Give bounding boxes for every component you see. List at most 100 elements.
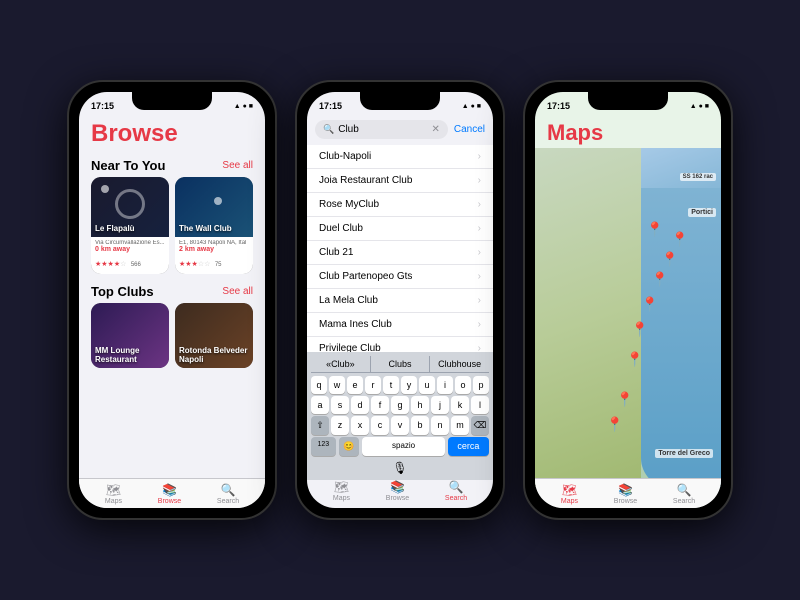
key-backspace[interactable]: ⌫ [471,416,489,435]
map-area[interactable]: 📍 📍 📍 📍 📍 📍 📍 📍 📍 Portici SS 162 rac Tor… [535,148,721,488]
tab-maps-2[interactable]: 🗺 Maps [333,480,350,502]
key-123[interactable]: 123 [311,437,336,456]
key-e[interactable]: e [347,376,363,394]
time-3: 17:15 [547,101,570,111]
key-q[interactable]: q [311,376,327,394]
chevron-2: › [478,199,481,210]
key-r[interactable]: r [365,376,381,394]
suggestion-2[interactable]: Clubhouse [430,356,489,372]
pin-2: 📍 [671,231,688,248]
key-w[interactable]: w [329,376,345,394]
result-text-2: Rose MyClub [319,199,379,210]
result-7[interactable]: Mama Ines Club › [307,313,493,337]
key-d[interactable]: d [351,396,369,414]
keyboard: «Club» Clubs Clubhouse q w e r t y u i o… [307,352,493,480]
chevron-4: › [478,247,481,258]
suggestion-0[interactable]: «Club» [311,356,371,372]
key-row-1: a s d f g h j k l [311,396,489,414]
phone-maps: 17:15 ▲ ● ■ Maps 📍 📍 📍 📍 📍 [523,80,733,520]
notch-2 [360,92,440,110]
card-rotonda[interactable]: Rotonda Belveder Napoli [175,303,253,368]
result-5[interactable]: Club Partenopeo Gts › [307,265,493,289]
tab-search-2[interactable]: 🔍 Search [445,480,467,502]
phone-browse: 17:15 ▲ ● ■ Browse Near To You See all L… [67,80,277,520]
browse-title: Browse [91,120,253,148]
card-mm[interactable]: MM Lounge Restaurant [91,303,169,368]
tab-browse-label-1: Browse [158,498,181,505]
key-b[interactable]: b [411,416,429,435]
key-h[interactable]: h [411,396,429,414]
card-detail-wallclub: E1, 80143 Napoli NA, Ital 2 km away ★★★☆… [175,237,253,274]
tab-browse-1[interactable]: 📚 Browse [158,483,181,505]
key-y[interactable]: y [401,376,417,394]
key-s[interactable]: s [331,396,349,414]
maps-title: Maps [535,116,721,148]
key-t[interactable]: t [383,376,399,394]
pin-9: 📍 [606,416,623,433]
label-torre: Torre del Greco [655,449,713,458]
result-text-7: Mama Ines Club [319,319,392,330]
tab-browse-2[interactable]: 📚 Browse [386,480,409,502]
cancel-btn[interactable]: Cancel [454,124,485,135]
mic-icon[interactable]: 🎙 [392,461,407,475]
key-n[interactable]: n [431,416,449,435]
key-a[interactable]: a [311,396,329,414]
key-k[interactable]: k [451,396,469,414]
clear-btn[interactable]: ✕ [431,124,439,135]
key-emoji[interactable]: 😊 [339,437,360,456]
key-o[interactable]: o [455,376,471,394]
result-0[interactable]: Club-Napoli › [307,145,493,169]
key-v[interactable]: v [391,416,409,435]
key-f[interactable]: f [371,396,389,414]
card-wallclub[interactable]: The Wall Club E1, 80143 Napoli NA, Ital … [175,177,253,274]
tab-maps-label-3: Maps [561,498,578,505]
label-ss162: SS 162 rac [680,173,716,181]
card-dist-0: 0 km away [95,246,165,253]
key-i[interactable]: i [437,376,453,394]
see-all-2[interactable]: See all [222,286,253,297]
tab-maps-3[interactable]: 🗺 Maps [561,483,578,505]
pin-3: 📍 [661,251,678,268]
key-z[interactable]: z [331,416,349,435]
see-all-1[interactable]: See all [222,160,253,171]
search-icon-3: 🔍 [677,483,692,497]
pin-7: 📍 [626,351,643,368]
bottom-bar-3: 🗺 Maps 📚 Browse 🔍 Search [535,478,721,508]
key-j[interactable]: j [431,396,449,414]
key-l[interactable]: l [471,396,489,414]
result-2[interactable]: Rose MyClub › [307,193,493,217]
tab-search-label-1: Search [217,498,239,505]
result-1[interactable]: Joia Restaurant Club › [307,169,493,193]
result-text-4: Club 21 [319,247,353,258]
key-cerca[interactable]: cerca [448,437,489,456]
key-shift[interactable]: ⇧ [311,416,329,435]
result-3[interactable]: Duel Club › [307,217,493,241]
tab-search-1[interactable]: 🔍 Search [217,483,239,505]
tab-maps-label-2: Maps [333,495,350,502]
tab-search-3[interactable]: 🔍 Search [673,483,695,505]
card-label-wallclub: The Wall Club [179,224,232,233]
suggestions-row: «Club» Clubs Clubhouse [311,356,489,373]
key-c[interactable]: c [371,416,389,435]
result-6[interactable]: La Mela Club › [307,289,493,313]
land-area [535,148,641,488]
key-p[interactable]: p [473,376,489,394]
tab-maps-1[interactable]: 🗺 Maps [105,483,122,505]
top-cards: MM Lounge Restaurant Rotonda Belveder Na… [79,303,265,374]
key-u[interactable]: u [419,376,435,394]
key-m[interactable]: m [451,416,469,435]
key-x[interactable]: x [351,416,369,435]
card-flapalu[interactable]: Le Flapalù Via Circumvallazione Es... 0 … [91,177,169,274]
tab-browse-3[interactable]: 📚 Browse [614,483,637,505]
suggestion-1[interactable]: Clubs [371,356,431,372]
bottom-bar-2: 🗺 Maps 📚 Browse 🔍 Search [307,476,493,506]
browse-icon-3: 📚 [618,483,633,497]
result-text-1: Joia Restaurant Club [319,175,412,186]
key-space[interactable]: spazio [362,437,444,456]
search-input-box[interactable]: 🔍 Club ✕ [315,120,448,139]
result-4[interactable]: Club 21 › [307,241,493,265]
status-icons-2: ▲ ● ■ [462,103,481,110]
key-row-2: ⇧ z x c v b n m ⌫ [311,416,489,435]
pin-5: 📍 [641,296,658,313]
key-g[interactable]: g [391,396,409,414]
